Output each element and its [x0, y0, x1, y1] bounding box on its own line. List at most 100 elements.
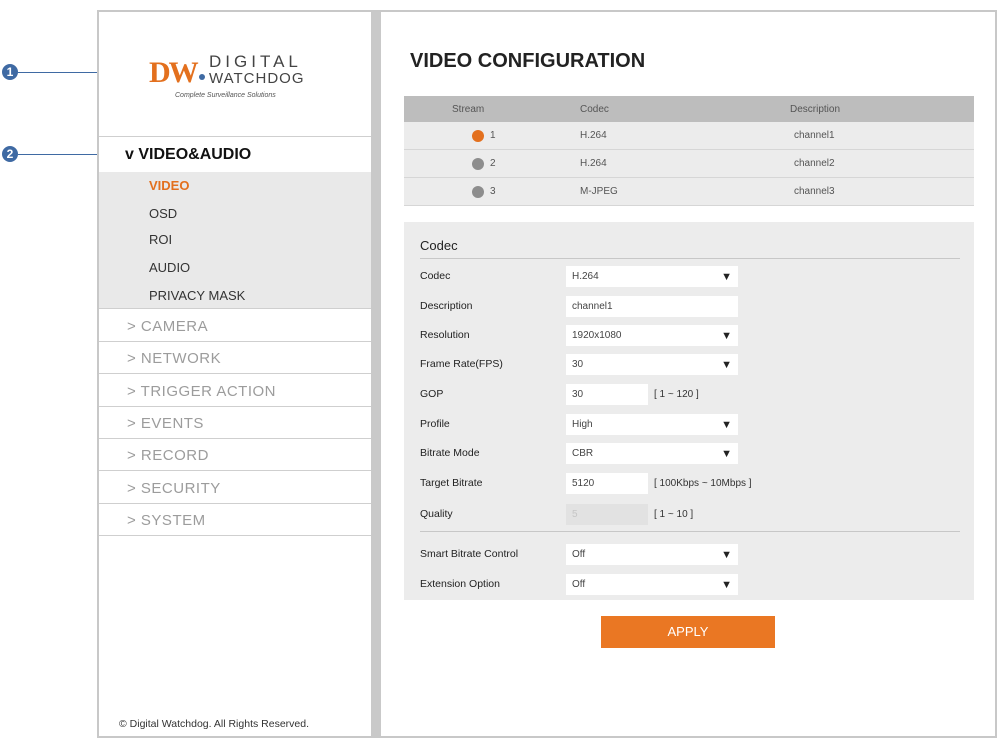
nav-item-trigger-action[interactable]: > TRIGGER ACTION	[127, 383, 276, 400]
quality-label: Quality	[420, 508, 453, 520]
bitrate-mode-label: Bitrate Mode	[420, 447, 480, 459]
stream-table-header: Stream Codec Description	[404, 96, 974, 122]
stream-3-radio[interactable]	[472, 186, 484, 198]
apply-button[interactable]: APPLY	[601, 616, 775, 648]
table-row[interactable]: 2 H.264 channel2	[404, 150, 974, 178]
nav-divider	[99, 136, 371, 137]
chevron-down-icon: ▼	[721, 419, 732, 431]
stream-number: 2	[490, 158, 496, 169]
callout-1: 1	[2, 64, 18, 80]
nav-item-camera[interactable]: > CAMERA	[127, 318, 208, 335]
stream-codec: H.264	[580, 130, 607, 141]
quality-input-value: 5	[572, 509, 578, 520]
logo-text-line1: DIGITAL	[209, 52, 302, 71]
nav-item-events[interactable]: > EVENTS	[127, 415, 204, 432]
stream-number: 1	[490, 130, 496, 141]
nav-sub-video[interactable]: VIDEO	[149, 178, 189, 193]
column-header-codec: Codec	[580, 104, 609, 115]
stream-1-radio[interactable]	[472, 130, 484, 142]
chevron-down-icon: ▼	[721, 330, 732, 342]
stream-description: channel3	[794, 186, 835, 197]
profile-label: Profile	[420, 418, 450, 430]
nav-section-video-audio[interactable]: v VIDEO&AUDIO	[125, 146, 251, 164]
panel-divider	[371, 12, 381, 736]
smart-bitrate-select[interactable]: Off ▼	[566, 544, 738, 565]
nav-divider	[99, 373, 371, 374]
main-content: VIDEO CONFIGURATION Stream Codec Descrip…	[381, 12, 995, 736]
resolution-select-value: 1920x1080	[572, 330, 622, 341]
target-bitrate-input-value: 5120	[572, 478, 595, 489]
chevron-down-icon: ▼	[721, 448, 732, 460]
frame-rate-select-value: 30	[572, 359, 584, 370]
logo-dot-icon	[199, 74, 205, 80]
nav-item-security[interactable]: > SECURITY	[127, 480, 221, 497]
column-header-stream: Stream	[452, 104, 485, 115]
table-row[interactable]: 1 H.264 channel1	[404, 122, 974, 150]
column-header-description: Description	[790, 104, 841, 115]
description-input-value: channel1	[572, 301, 613, 312]
nav-divider	[99, 535, 371, 536]
target-bitrate-range-hint: [ 100Kbps ~ 10Mbps ]	[654, 478, 752, 489]
nav-sub-privacy-mask[interactable]: PRIVACY MASK	[149, 288, 245, 303]
extension-option-select[interactable]: Off ▼	[566, 574, 738, 595]
codec-select[interactable]: H.264 ▼	[566, 266, 738, 287]
nav-divider	[99, 308, 371, 309]
nav-sub-roi[interactable]: ROI	[149, 232, 172, 247]
resolution-label: Resolution	[420, 329, 470, 341]
nav-divider	[99, 438, 371, 439]
smart-bitrate-select-value: Off	[572, 549, 586, 560]
chevron-down-icon: ▼	[721, 271, 732, 283]
codec-select-value: H.264	[572, 271, 599, 282]
page-title: VIDEO CONFIGURATION	[410, 50, 646, 72]
nav-divider	[99, 470, 371, 471]
app-frame: DW DIGITAL WATCHDOG Complete Surveillanc…	[97, 10, 997, 738]
logo-text-line2: WATCHDOG	[209, 70, 305, 87]
smart-bitrate-label: Smart Bitrate Control	[420, 548, 519, 560]
panel-divider-line	[420, 531, 960, 532]
stream-description: channel2	[794, 158, 835, 169]
quality-input: 5	[566, 504, 648, 525]
gop-input[interactable]: 30	[566, 384, 648, 405]
nav-item-network[interactable]: > NETWORK	[127, 350, 221, 367]
stream-codec: H.264	[580, 158, 607, 169]
bitrate-mode-select-value: CBR	[572, 448, 594, 459]
target-bitrate-input[interactable]: 5120	[566, 473, 648, 494]
nav-item-record[interactable]: > RECORD	[127, 447, 209, 464]
stream-2-radio[interactable]	[472, 158, 484, 170]
nav-sub-audio[interactable]: AUDIO	[149, 260, 190, 275]
nav-sub-osd[interactable]: OSD	[149, 206, 177, 221]
target-bitrate-label: Target Bitrate	[420, 477, 483, 489]
logo-tagline: Complete Surveillance Solutions	[175, 92, 276, 99]
chevron-down-icon: ▼	[721, 359, 732, 371]
gop-range-hint: [ 1 ~ 120 ]	[654, 389, 699, 400]
profile-select[interactable]: High ▼	[566, 414, 738, 435]
copyright-text: © Digital Watchdog. All Rights Reserved.	[119, 718, 310, 730]
extension-option-label: Extension Option	[420, 578, 500, 590]
table-row[interactable]: 3 M-JPEG channel3	[404, 178, 974, 206]
nav-item-system[interactable]: > SYSTEM	[127, 512, 206, 529]
nav-divider	[99, 341, 371, 342]
quality-range-hint: [ 1 ~ 10 ]	[654, 509, 694, 520]
description-input[interactable]: channel1	[566, 296, 738, 317]
nav-divider	[99, 406, 371, 407]
codec-settings-panel: Codec Codec H.264 ▼ Description channel1…	[404, 222, 974, 600]
stream-description: channel1	[794, 130, 835, 141]
frame-rate-select[interactable]: 30 ▼	[566, 354, 738, 375]
nav-divider	[99, 503, 371, 504]
chevron-down-icon: ▼	[721, 549, 732, 561]
codec-label: Codec	[420, 270, 451, 282]
profile-select-value: High	[572, 419, 593, 430]
callout-2: 2	[2, 146, 18, 162]
description-label: Description	[420, 300, 473, 312]
sidebar: DW DIGITAL WATCHDOG Complete Surveillanc…	[99, 12, 371, 736]
bitrate-mode-select[interactable]: CBR ▼	[566, 443, 738, 464]
panel-divider-line	[420, 258, 960, 259]
gop-input-value: 30	[572, 389, 584, 400]
codec-panel-title: Codec	[420, 238, 458, 253]
frame-rate-label: Frame Rate(FPS)	[420, 358, 503, 370]
resolution-select[interactable]: 1920x1080 ▼	[566, 325, 738, 346]
stream-codec: M-JPEG	[580, 186, 618, 197]
stream-table: Stream Codec Description 1 H.264 channel…	[404, 96, 974, 206]
chevron-down-icon: ▼	[721, 579, 732, 591]
brand-logo: DW DIGITAL WATCHDOG Complete Surveillanc…	[149, 50, 349, 110]
